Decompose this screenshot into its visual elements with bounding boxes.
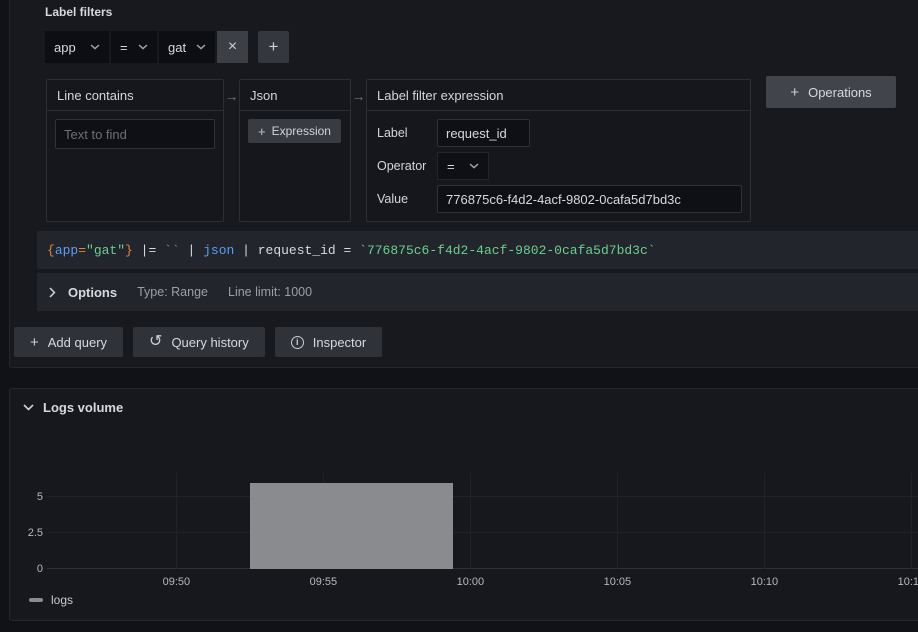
legend-swatch (29, 598, 43, 602)
logs-volume-chart: 02.55 09:5009:5510:0010:0510:1010:15 (10, 473, 918, 569)
x-gridline (911, 473, 912, 569)
add-operation-button[interactable]: + Operations (766, 76, 896, 108)
y-axis: 02.55 (10, 473, 43, 569)
arrow-right-icon: → (224, 79, 239, 113)
query-token-punct: = (78, 243, 86, 258)
options-type-summary: Type: Range (137, 285, 208, 299)
inspector-button[interactable]: i Inspector (275, 327, 382, 357)
label-value-select[interactable]: gat (159, 31, 215, 63)
chevron-down-icon (138, 44, 148, 50)
arrow-right-icon: → (351, 79, 366, 113)
query-history-label: Query history (171, 335, 248, 350)
x-gridline (470, 473, 471, 569)
add-label-filter-button[interactable]: + (258, 31, 289, 63)
chevron-down-icon (90, 44, 100, 50)
options-toggle[interactable]: Options Type: Range Line limit: 1000 (37, 273, 918, 311)
y-gridline (47, 496, 918, 497)
x-tick-label: 10:00 (457, 576, 485, 588)
legend-item[interactable]: logs (29, 593, 73, 607)
y-gridline (47, 532, 918, 533)
query-token-plain: |= (133, 243, 164, 258)
plus-icon: + (30, 334, 39, 351)
add-expression-label: Expression (272, 124, 331, 138)
text-to-find-input[interactable] (55, 119, 215, 149)
label-operator-select[interactable]: = (111, 31, 157, 63)
label-name-select[interactable]: app (45, 31, 109, 63)
query-token-punct: } (125, 243, 133, 258)
plus-icon: + (269, 37, 279, 57)
operation-title: Label filter expression (367, 80, 750, 111)
x-gridline (764, 473, 765, 569)
chevron-down-icon (469, 163, 479, 169)
x-tick-label: 09:55 (310, 576, 338, 588)
add-query-label: Add query (48, 335, 107, 350)
operations-pipeline: Line contains → Json + Expression → Labe… (46, 79, 751, 222)
operator-field-value: = (447, 159, 455, 174)
logs-volume-bar[interactable] (250, 483, 453, 569)
operator-field-select[interactable]: = (437, 152, 489, 180)
operation-card-json: Json + Expression (239, 79, 351, 222)
y-gridline (47, 568, 918, 569)
field-label: Value (375, 192, 437, 206)
x-tick-label: 10:10 (751, 576, 779, 588)
x-tick-label: 10:05 (604, 576, 632, 588)
query-history-button[interactable]: ↺ Query history (133, 327, 265, 357)
query-token-string: "gat" (86, 243, 125, 258)
x-gridline (176, 473, 177, 569)
y-tick-label: 2.5 (28, 527, 43, 539)
query-token-label: app (55, 243, 78, 258)
query-token-string: `776875c6-f4d2-4acf-9802-0cafa5d7bd3c` (359, 243, 655, 258)
operation-card-line-contains: Line contains (46, 79, 224, 222)
field-label: Operator (375, 159, 437, 173)
query-token-plain: request_id = (258, 243, 359, 258)
query-preview[interactable]: {app="gat"} |= `` | json | request_id = … (37, 231, 918, 269)
history-icon: ↺ (149, 334, 162, 350)
operation-card-label-filter-expression: Label filter expression Label Operator =… (366, 79, 751, 222)
plus-icon: + (258, 124, 266, 139)
chevron-right-icon (49, 287, 56, 298)
x-tick-label: 10:15 (898, 576, 918, 588)
label-operator-value: = (120, 40, 128, 55)
query-token-punct: { (47, 243, 55, 258)
operation-title: Line contains (47, 80, 223, 111)
add-query-button[interactable]: + Add query (14, 327, 123, 357)
plus-icon: + (790, 84, 799, 101)
chart-legend: logs (29, 593, 73, 607)
query-token-plain: | (234, 243, 257, 258)
value-field-input[interactable] (437, 185, 742, 213)
label-filters-row: app = gat × + (45, 31, 289, 63)
chevron-down-icon (196, 44, 206, 50)
close-icon: × (228, 39, 237, 55)
query-token-plain: | (180, 243, 203, 258)
logs-volume-title: Logs volume (43, 400, 123, 415)
legend-label: logs (51, 593, 73, 607)
options-line-limit-summary: Line limit: 1000 (228, 285, 312, 299)
label-field-input[interactable] (437, 119, 530, 147)
logs-volume-collapse[interactable]: Logs volume (23, 400, 123, 415)
operation-title: Json (240, 80, 350, 111)
label-name-value: app (54, 40, 76, 55)
chevron-down-icon (23, 404, 34, 411)
y-tick-label: 5 (37, 491, 43, 503)
field-label: Label (375, 126, 437, 140)
label-value-value: gat (168, 40, 186, 55)
x-tick-label: 09:50 (163, 576, 191, 588)
logs-volume-panel: Logs volume 02.55 09:5009:5510:0010:0510… (9, 388, 918, 621)
info-icon: i (291, 336, 304, 349)
query-token-keyword: json (203, 243, 234, 258)
y-tick-label: 0 (37, 563, 43, 575)
query-preview-code: {app="gat"} |= `` | json | request_id = … (47, 243, 656, 258)
x-gridline (617, 473, 618, 569)
label-filters-label: Label filters (45, 5, 112, 19)
inspector-label: Inspector (313, 335, 366, 350)
query-toolbar: + Add query ↺ Query history i Inspector (14, 327, 382, 357)
remove-label-filter-button[interactable]: × (217, 31, 248, 63)
options-label: Options (68, 285, 117, 300)
add-operation-label: Operations (808, 85, 872, 100)
logs-volume-plot[interactable]: 09:5009:5510:0010:0510:1010:15 (47, 473, 918, 569)
query-editor-panel: Label filters app = gat × + Line contain… (9, 0, 918, 368)
add-expression-button[interactable]: + Expression (248, 119, 341, 143)
query-token-backtick: `` (164, 243, 180, 258)
